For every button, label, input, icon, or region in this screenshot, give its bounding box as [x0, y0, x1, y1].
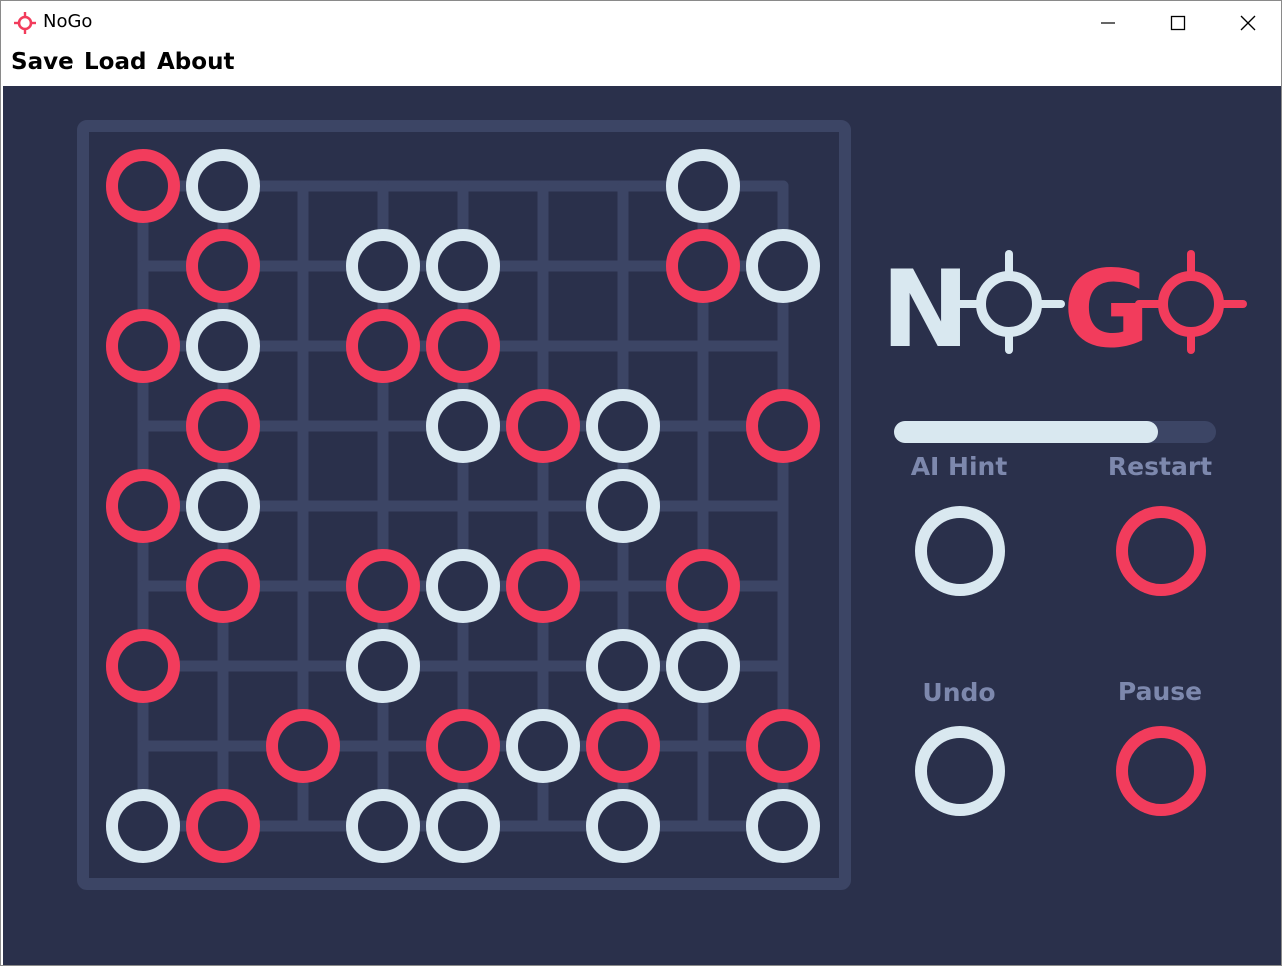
menu-load[interactable]: Load [84, 49, 146, 75]
red-stone [666, 229, 740, 303]
red-stone [666, 549, 740, 623]
white-stone [666, 149, 740, 223]
white-stone [186, 309, 260, 383]
undo-button[interactable] [911, 722, 1009, 820]
red-stone [106, 149, 180, 223]
white-stone [426, 229, 500, 303]
progress-bar [894, 421, 1216, 443]
white-stone [586, 469, 660, 543]
restart-label: Restart [1107, 452, 1213, 481]
white-stone [666, 629, 740, 703]
ai-hint-button[interactable] [911, 502, 1009, 600]
red-stone [106, 469, 180, 543]
red-stone [746, 389, 820, 463]
close-icon [1240, 15, 1256, 31]
white-stone [186, 149, 260, 223]
red-stone [266, 709, 340, 783]
white-stone [586, 629, 660, 703]
pause-button[interactable] [1112, 722, 1210, 820]
white-stone [346, 229, 420, 303]
logo-crosshair-red-icon [1135, 250, 1247, 354]
red-stone [506, 389, 580, 463]
red-stone [426, 709, 500, 783]
crosshair-icon [13, 11, 37, 35]
red-stone [426, 309, 500, 383]
app-window: NoGo Save Load About N G AI Hint Restart… [0, 0, 1282, 966]
nogo-logo: N G [881, 248, 1247, 358]
white-stone [426, 789, 500, 863]
undo-label: Undo [922, 678, 996, 707]
white-stone [506, 709, 580, 783]
progress-fill [894, 421, 1159, 443]
red-stone [186, 389, 260, 463]
title-bar: NoGo [1, 1, 1281, 45]
white-stone [426, 389, 500, 463]
white-stone [346, 789, 420, 863]
game-area: N G AI Hint Restart Undo Pause [3, 86, 1281, 965]
white-stone [586, 389, 660, 463]
white-stone [106, 789, 180, 863]
restart-button[interactable] [1112, 502, 1210, 600]
maximize-icon [1170, 15, 1186, 31]
white-stone [186, 469, 260, 543]
red-stone [106, 629, 180, 703]
minimize-button[interactable] [1073, 1, 1143, 45]
red-stone [186, 229, 260, 303]
red-stone [346, 549, 420, 623]
red-stone [346, 309, 420, 383]
close-button[interactable] [1213, 1, 1281, 45]
red-stone [746, 709, 820, 783]
pause-label: Pause [1117, 677, 1203, 706]
red-stone [186, 549, 260, 623]
red-stone [586, 709, 660, 783]
white-stone [426, 549, 500, 623]
menu-save[interactable]: Save [11, 49, 74, 75]
window-title: NoGo [43, 11, 93, 32]
logo-crosshair-white-icon [953, 250, 1065, 354]
ai-hint-label: AI Hint [910, 452, 1008, 481]
white-stone [586, 789, 660, 863]
menu-about[interactable]: About [157, 49, 234, 75]
red-stone [186, 789, 260, 863]
game-board[interactable] [3, 86, 863, 906]
menu-bar: Save Load About [1, 45, 1281, 85]
white-stone [346, 629, 420, 703]
red-stone [506, 549, 580, 623]
minimize-icon [1100, 15, 1116, 31]
red-stone [106, 309, 180, 383]
white-stone [746, 229, 820, 303]
white-stone [746, 789, 820, 863]
maximize-button[interactable] [1143, 1, 1213, 45]
